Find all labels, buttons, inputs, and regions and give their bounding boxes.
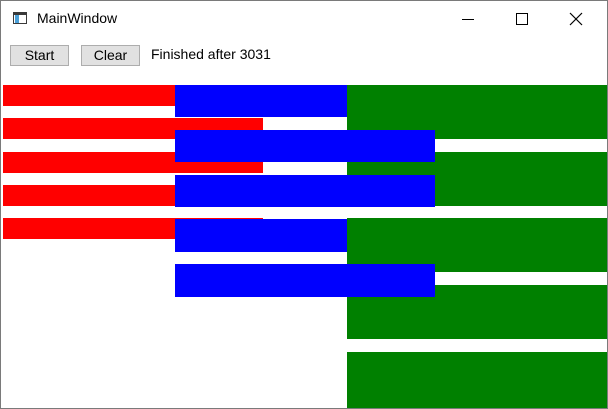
start-button[interactable]: Start [10, 45, 69, 66]
blue-bar [175, 219, 347, 252]
maximize-button[interactable] [499, 1, 545, 37]
main-window: MainWindow Start Clear Finished after 30… [0, 0, 608, 409]
red-bar [3, 85, 177, 106]
clear-button[interactable]: Clear [81, 45, 140, 66]
bars-drawing [3, 85, 607, 408]
minimize-icon [462, 19, 474, 20]
blue-bar [175, 130, 435, 162]
green-bar [347, 218, 607, 272]
app-icon-pane [15, 15, 19, 23]
drawing-canvas [1, 83, 607, 408]
blue-bar [175, 264, 435, 297]
minimize-button[interactable] [445, 1, 491, 37]
blue-bar [175, 175, 435, 207]
green-bar [347, 352, 607, 408]
window-title: MainWindow [37, 10, 118, 26]
close-button[interactable] [553, 1, 599, 37]
window-app-icon[interactable] [13, 12, 27, 24]
close-icon [569, 12, 583, 26]
status-text: Finished after 3031 [151, 46, 271, 62]
red-bar [3, 185, 177, 206]
blue-bar [175, 85, 347, 117]
title-bar[interactable]: MainWindow [1, 1, 607, 37]
toolbar: Start Clear Finished after 3031 [1, 37, 607, 83]
maximize-icon [516, 13, 528, 25]
